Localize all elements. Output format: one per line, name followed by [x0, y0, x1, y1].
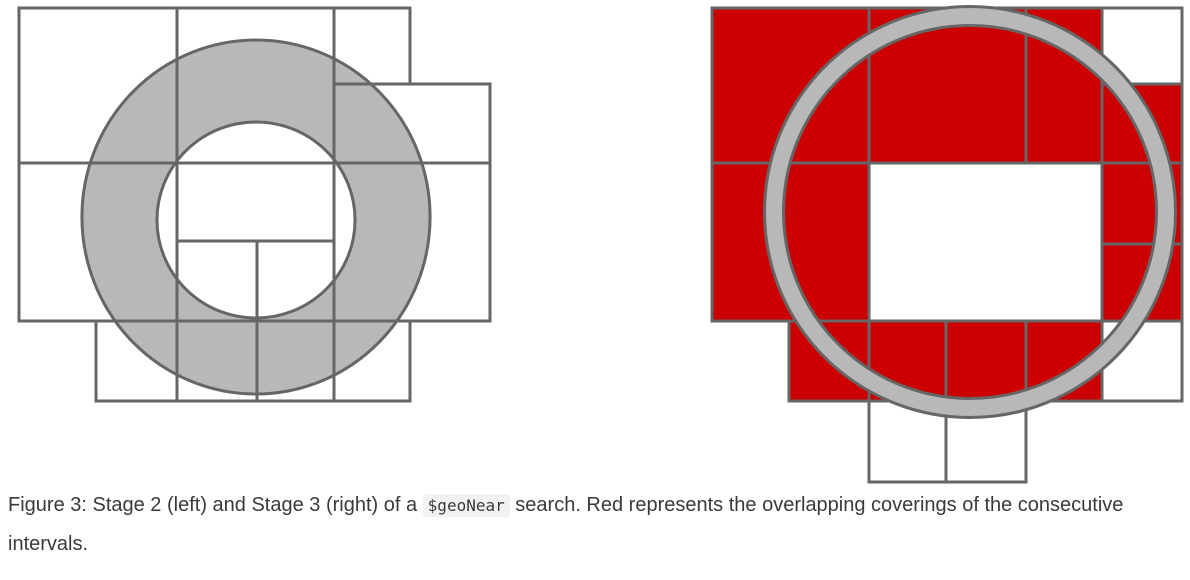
geonear-code: $geoNear: [422, 494, 510, 517]
geonear-diagram: [17, 5, 1184, 484]
stage-3-panel: [710, 5, 1184, 484]
figure-caption: Figure 3: Stage 2 (left) and Stage 3 (ri…: [8, 486, 1178, 563]
caption-text-before: Figure 3: Stage 2 (left) and Stage 3 (ri…: [8, 494, 423, 516]
grid-cell: [867, 161, 1104, 323]
stage-2-panel: [17, 6, 492, 403]
grid-cell: [175, 161, 336, 243]
